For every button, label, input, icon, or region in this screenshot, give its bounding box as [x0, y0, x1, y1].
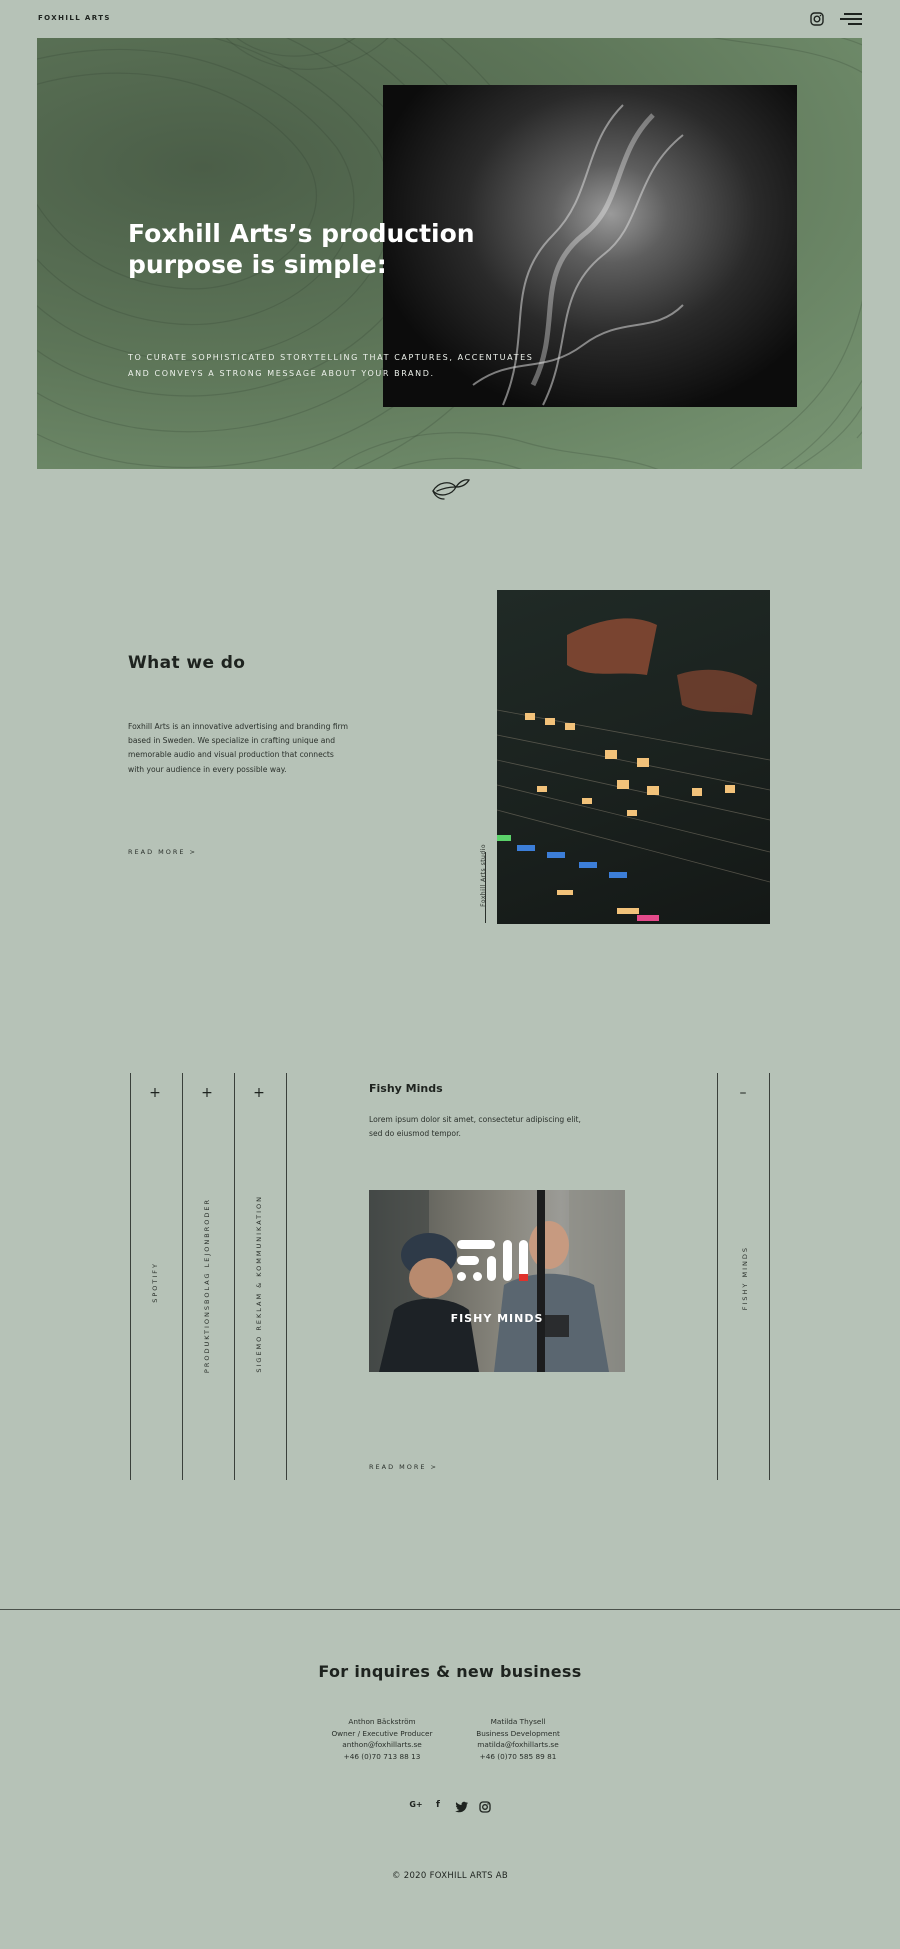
- fishy-minds-image: FISHY MINDS: [369, 1190, 625, 1372]
- accordion-divider: [182, 1073, 183, 1480]
- expand-sigemo-toggle[interactable]: +: [249, 1085, 269, 1101]
- facebook-icon[interactable]: f: [431, 1800, 445, 1814]
- instagram-icon[interactable]: [810, 12, 824, 26]
- accordion-divider: [769, 1073, 770, 1480]
- hero-subtitle: TO CURATE SOPHISTICATED STORYTELLING THA…: [128, 353, 534, 378]
- project-read-more-link[interactable]: READ MORE >: [369, 1463, 438, 1471]
- studio-image-caption: Foxhill Arts studio: [480, 844, 487, 907]
- hero-banner: Foxhill Arts’s production purpose is sim…: [37, 38, 862, 469]
- accordion-divider: [717, 1073, 718, 1480]
- accordion-divider: [286, 1073, 287, 1480]
- instagram-icon[interactable]: [478, 1800, 492, 1814]
- what-we-do-text: Foxhill Arts is an innovative advertisin…: [128, 722, 348, 774]
- fishy-minds-logo-text: FISHY MINDS: [450, 1312, 544, 1325]
- footer-divider: [0, 1609, 900, 1610]
- tab-fishy-minds[interactable]: FISHY MINDS: [741, 1246, 749, 1310]
- tab-spotify[interactable]: SPOTIFY: [151, 1262, 159, 1303]
- google-plus-icon[interactable]: G+: [409, 1800, 423, 1814]
- what-we-do-title: What we do: [128, 653, 246, 673]
- contact-email-link[interactable]: matilda@foxhillarts.se: [428, 1739, 608, 1751]
- fox-leaf-logo-icon: [432, 479, 470, 500]
- expand-lejonbroder-toggle[interactable]: +: [197, 1085, 217, 1101]
- studio-mixer-image: [497, 590, 770, 924]
- contact-phone[interactable]: +46 (0)70 585 89 81: [428, 1751, 608, 1763]
- hamburger-menu-icon[interactable]: [840, 12, 862, 26]
- tab-sigemo-reklam[interactable]: SIGEMO REKLAM & KOMMUNIKATION: [255, 1195, 263, 1373]
- accordion-divider: [130, 1073, 131, 1480]
- contact-name: Matilda Thysell: [490, 1717, 546, 1726]
- twitter-icon[interactable]: [455, 1800, 469, 1814]
- hero-title: Foxhill Arts’s production purpose is sim…: [128, 219, 475, 279]
- contact-role: Business Development: [476, 1728, 560, 1738]
- inquiries-title: For inquires & new business: [318, 1662, 582, 1681]
- tab-produktionsbolag-lejonbroder[interactable]: PRODUKTIONSBOLAG LEJONBRODER: [203, 1198, 211, 1373]
- collapse-fishy-minds-toggle[interactable]: –: [733, 1085, 753, 1101]
- copyright-text: © 2020 FOXHILL ARTS AB: [391, 1871, 509, 1881]
- accordion-divider: [234, 1073, 235, 1480]
- project-title: Fishy Minds: [369, 1082, 443, 1095]
- brand-logo-text[interactable]: FOXHILL ARTS: [38, 14, 111, 22]
- expand-spotify-toggle[interactable]: +: [145, 1085, 165, 1101]
- caption-divider: [485, 852, 486, 923]
- contact-card-matilda: Matilda Thysell Business Development mat…: [428, 1716, 608, 1762]
- project-description: Lorem ipsum dolor sit amet, consectetur …: [369, 1115, 581, 1138]
- what-we-do-read-more-link[interactable]: READ MORE >: [128, 848, 197, 856]
